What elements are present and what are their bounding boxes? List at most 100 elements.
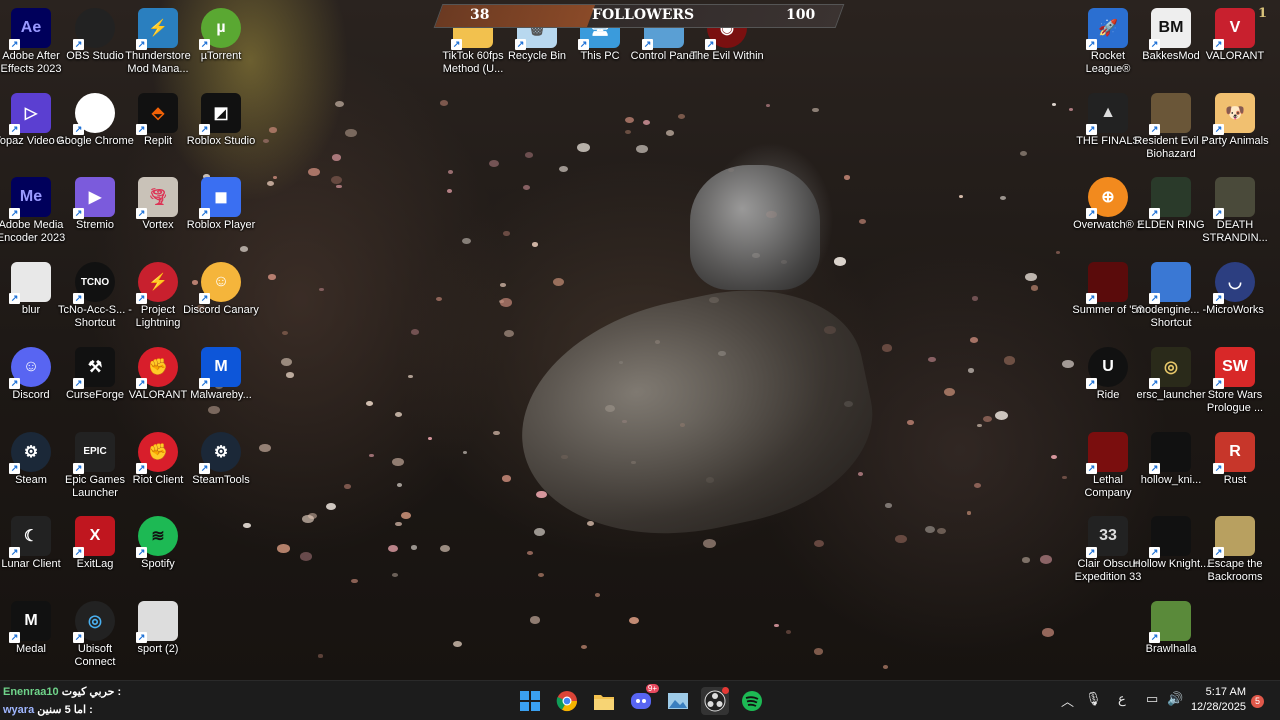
wallpaper-petal — [833, 257, 847, 266]
desktop-icon-label: Escape the Backrooms — [1207, 558, 1263, 584]
hollow-knight-2-icon: ↗ — [1149, 516, 1191, 559]
desktop-icon-discord-canary[interactable]: ☺ ↗ Discord Canary — [181, 256, 261, 338]
desktop-icon-steamtools[interactable]: ⚙ ↗ SteamTools — [181, 426, 261, 508]
hollow-knight-1-icon: ↗ — [1149, 431, 1191, 474]
desktop-icon-malwarebytes[interactable]: M ↗ Malwareby... — [181, 341, 261, 423]
shortcut-arrow-icon: ↗ — [136, 462, 147, 474]
shortcut-arrow-icon: ↗ — [136, 377, 147, 389]
clock[interactable]: 5:17 AM 12/28/2025 — [1190, 685, 1246, 715]
shortcut-arrow-icon: ↗ — [1213, 377, 1224, 389]
desktop-icon-escape-backrooms[interactable]: ↗ Escape the Backrooms — [1195, 510, 1275, 592]
chat-line: Enenraa10 حربي كيوت : — [3, 685, 121, 698]
bakkesmod-icon: BM ↗ — [1149, 8, 1191, 50]
desktop-icon-roblox-studio[interactable]: ◩ ↗ Roblox Studio — [181, 87, 261, 169]
desktop-icon-store-wars[interactable]: SW ↗ Store Wars Prologue ... — [1195, 341, 1275, 423]
desktop-icon-party-animals[interactable]: 🐶 ↗ Party Animals — [1195, 87, 1275, 169]
followers-label: FOLLOWERS — [592, 7, 695, 23]
wallpaper-petal — [774, 623, 780, 628]
obs-studio-icon: ↗ — [73, 8, 115, 50]
network-icon[interactable]: ▭ — [1146, 691, 1158, 707]
party-animals-icon: 🐶 ↗ — [1213, 92, 1255, 135]
wallpaper-petal — [1022, 557, 1031, 563]
shortcut-arrow-icon: ↗ — [515, 39, 526, 50]
desktop-icon-label: Rust — [1223, 473, 1247, 486]
wallpaper-petal — [966, 511, 971, 515]
wallpaper-petal — [267, 273, 276, 280]
desktop-icon-roblox-player[interactable]: ◼ ↗ Roblox Player — [181, 171, 261, 253]
taskbar-file-explorer[interactable] — [590, 687, 618, 715]
shortcut-arrow-icon: ↗ — [136, 293, 147, 305]
wallpaper-petal — [503, 330, 514, 338]
wallpaper-petal — [813, 540, 825, 548]
chat-user: wyara — [3, 704, 35, 716]
wallpaper-petal — [976, 423, 982, 428]
wallpaper-petal — [1019, 150, 1028, 156]
shortcut-arrow-icon: ↗ — [199, 123, 210, 135]
wallpaper-armor — [499, 266, 891, 564]
shortcut-arrow-icon: ↗ — [1149, 547, 1160, 559]
rocket-league-icon: 🚀 ↗ — [1086, 8, 1128, 50]
wallpaper-petal — [489, 159, 500, 167]
desktop-icon-label: Spotify — [141, 558, 175, 571]
shortcut-arrow-icon: ↗ — [136, 631, 147, 643]
taskbar-obs[interactable] — [701, 687, 729, 715]
desktop-icon-brawlhalla[interactable]: ↗ Brawlhalla — [1131, 595, 1211, 677]
clair-obscur-icon: 33 ↗ — [1086, 516, 1128, 559]
start-button[interactable] — [516, 687, 544, 715]
wallpaper-petal — [969, 336, 979, 343]
desktop-icon-spotify[interactable]: ≋ ↗ Spotify — [118, 510, 198, 592]
taskbar-photos[interactable] — [664, 687, 692, 715]
taskbar-spotify[interactable] — [738, 687, 766, 715]
the-finals-icon: ▲ ↗ — [1086, 92, 1128, 135]
brawlhalla-icon: ↗ — [1149, 600, 1191, 643]
tray-overflow-chevron-icon[interactable]: ︿ — [1061, 691, 1074, 710]
escape-backrooms-icon: ↗ — [1213, 516, 1255, 559]
wallpaper-petal — [524, 151, 534, 158]
shortcut-arrow-icon: ↗ — [199, 39, 210, 50]
chrome-icon — [556, 691, 578, 712]
wallpaper-petal — [366, 400, 373, 406]
wallpaper-petal — [677, 113, 685, 119]
language-indicator[interactable]: ع — [1118, 691, 1126, 707]
taskbar: Enenraa10 حربي كيوت : wyara اما 5 سنين :… — [0, 680, 1280, 720]
volume-icon[interactable]: 🔊 — [1167, 691, 1183, 707]
wallpaper-petal — [702, 539, 716, 549]
wallpaper-petal — [461, 238, 471, 245]
notification-badge[interactable]: 5 — [1251, 695, 1264, 708]
desktop-icon-utorrent[interactable]: µ ↗ µTorrent — [181, 2, 261, 84]
shortcut-arrow-icon: ↗ — [9, 462, 20, 474]
wallpaper-petal — [971, 296, 978, 301]
wallpaper-petal — [558, 165, 568, 172]
wallpaper-petal — [330, 176, 343, 185]
shortcut-arrow-icon: ↗ — [578, 39, 589, 50]
shortcut-arrow-icon: ↗ — [73, 293, 84, 305]
desktop-icon-microworks[interactable]: ◡ ↗ MicroWorks — [1195, 256, 1275, 338]
roblox-player-icon: ◼ ↗ — [199, 177, 241, 220]
wallpaper-petal — [527, 550, 533, 555]
wallpaper-petal — [534, 527, 546, 536]
ersc-launcher-icon: ◎ ↗ — [1149, 346, 1191, 389]
wallpaper-petal — [907, 420, 914, 425]
modengine-icon: ↗ — [1149, 262, 1191, 305]
lethal-company-icon: ↗ — [1086, 431, 1128, 474]
wallpaper-petal — [500, 282, 506, 287]
thunderstore-icon: ⚡ ↗ — [136, 8, 178, 50]
wallpaper-petal — [595, 593, 601, 597]
taskbar-chrome[interactable] — [553, 687, 581, 715]
desktop-icon-rust[interactable]: R ↗ Rust — [1195, 426, 1275, 508]
wallpaper-petal — [394, 411, 402, 417]
taskbar-discord[interactable]: 9+ — [627, 684, 659, 715]
microphone-icon[interactable]: 🎙 — [1085, 691, 1102, 707]
wallpaper-petal — [272, 176, 277, 180]
desktop-icon-sport-2[interactable]: ↗ sport (2) — [118, 595, 198, 677]
ride-icon: U ↗ — [1086, 346, 1128, 389]
wallpaper-petal — [262, 138, 269, 143]
medal-icon: M ↗ — [9, 600, 51, 643]
wallpaper-petal — [452, 640, 463, 648]
wallpaper-petal — [408, 375, 413, 379]
spotify-icon: ≋ ↗ — [136, 516, 178, 559]
wallpaper-petal — [387, 544, 399, 552]
desktop-icon-death-stranding[interactable]: ↗ DEATH STRANDIN... — [1195, 171, 1275, 253]
wallpaper-petal — [396, 483, 403, 487]
wallpaper-petal — [1055, 250, 1061, 255]
